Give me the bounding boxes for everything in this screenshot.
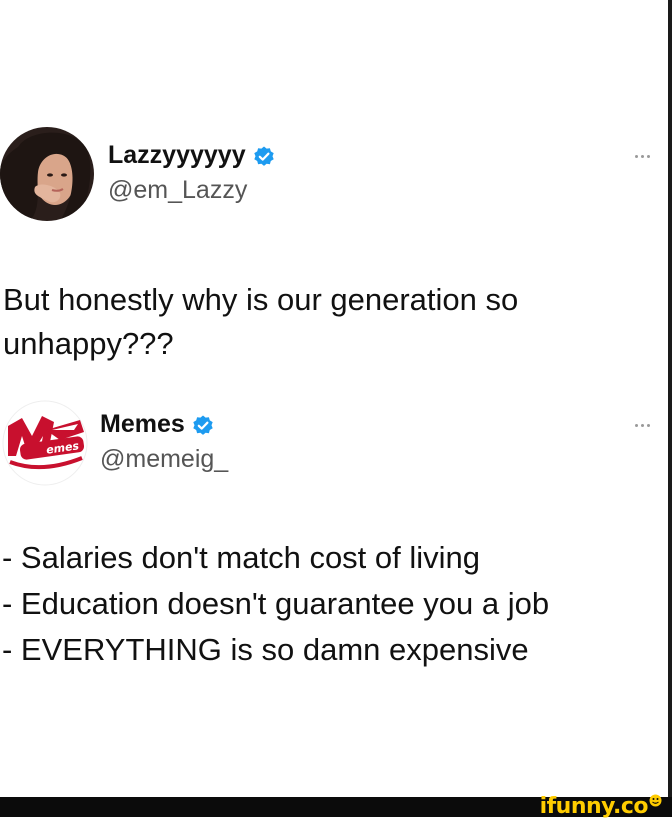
tweet-text: But honestly why is our generation so un… [3,282,519,361]
memes-logo-icon: emes [2,400,88,486]
display-name-row[interactable]: Lazzyyyyyy [108,141,276,170]
display-name[interactable]: Lazzyyyyyy [108,141,246,170]
profile-photo [0,127,94,221]
tweet-header: emes Memes @memeig_ [0,400,668,496]
verified-badge-icon [252,144,276,168]
tweet-header: Lazzyyyyyy @em_Lazzy [0,127,668,223]
more-options-icon[interactable] [635,155,650,158]
tweet-memes[interactable]: emes Memes @memeig_ - Salaries don't mat… [0,400,668,667]
more-options-icon[interactable] [635,424,650,427]
display-name-row[interactable]: Memes [100,410,228,439]
smiley-icon [649,794,662,812]
tweet-lazzy[interactable]: Lazzyyyyyy @em_Lazzy But honestly why is… [0,127,668,361]
handle[interactable]: @memeig_ [100,445,228,474]
watermark-logo[interactable]: ifunny.co [539,794,662,819]
handle[interactable]: @em_Lazzy [108,176,276,205]
watermark-text: ifunny.co [539,794,649,819]
display-name[interactable]: Memes [100,410,185,439]
screenshot-edge [668,0,672,797]
watermark-bar: ifunny.co [0,794,672,819]
avatar[interactable]: emes [2,400,88,486]
tweet-text: - Salaries don't match cost of living - … [2,540,550,667]
avatar[interactable] [0,127,94,221]
verified-badge-icon [191,413,215,437]
